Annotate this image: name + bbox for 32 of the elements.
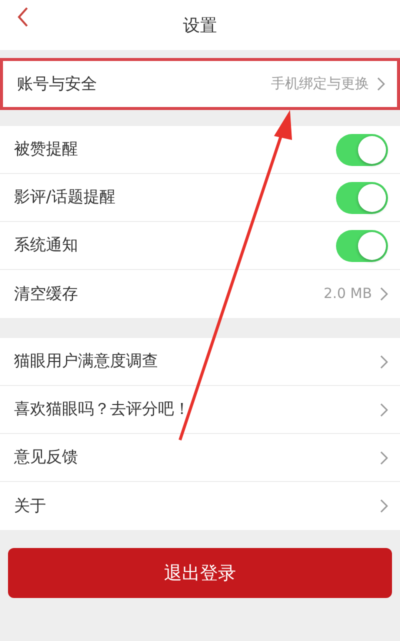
- row-label: 账号与安全: [17, 74, 97, 94]
- settings-row[interactable]: 被赞提醒: [0, 126, 400, 174]
- row-label: 关于: [14, 496, 46, 516]
- row-label: 被赞提醒: [14, 139, 78, 160]
- row-label: 喜欢猫眼吗？去评分吧！: [14, 399, 190, 420]
- row-label: 猫眼用户满意度调查: [14, 351, 158, 372]
- chevron-icon: [380, 354, 388, 368]
- row-label: 系统通知: [14, 235, 78, 256]
- settings-row[interactable]: 影评/话题提醒: [0, 174, 400, 222]
- page-title: 设置: [183, 14, 217, 36]
- settings-row[interactable]: 关于: [0, 482, 400, 530]
- settings-row[interactable]: 账号与安全 手机绑定与更换: [0, 58, 400, 110]
- row-label: 清空缓存: [14, 284, 78, 304]
- settings-row[interactable]: 意见反馈: [0, 434, 400, 482]
- toggle-switch[interactable]: [336, 230, 388, 262]
- toggle-switch[interactable]: [336, 134, 388, 166]
- chevron-icon: [380, 287, 388, 301]
- chevron-icon: [380, 450, 388, 464]
- row-label: 影评/话题提醒: [14, 187, 116, 208]
- settings-row[interactable]: 清空缓存 2.0 MB: [0, 270, 400, 318]
- settings-row[interactable]: 系统通知: [0, 222, 400, 270]
- row-detail: 手机绑定与更换: [271, 75, 369, 93]
- chevron-icon: [377, 77, 385, 91]
- back-icon[interactable]: [16, 6, 30, 28]
- chevron-icon: [380, 499, 388, 513]
- row-detail: 2.0 MB: [324, 286, 372, 302]
- chevron-icon: [380, 402, 388, 416]
- toggle-switch[interactable]: [336, 182, 388, 214]
- row-label: 意见反馈: [14, 447, 78, 468]
- logout-button[interactable]: 退出登录: [8, 548, 392, 598]
- settings-row[interactable]: 喜欢猫眼吗？去评分吧！: [0, 386, 400, 434]
- settings-row[interactable]: 猫眼用户满意度调查: [0, 338, 400, 386]
